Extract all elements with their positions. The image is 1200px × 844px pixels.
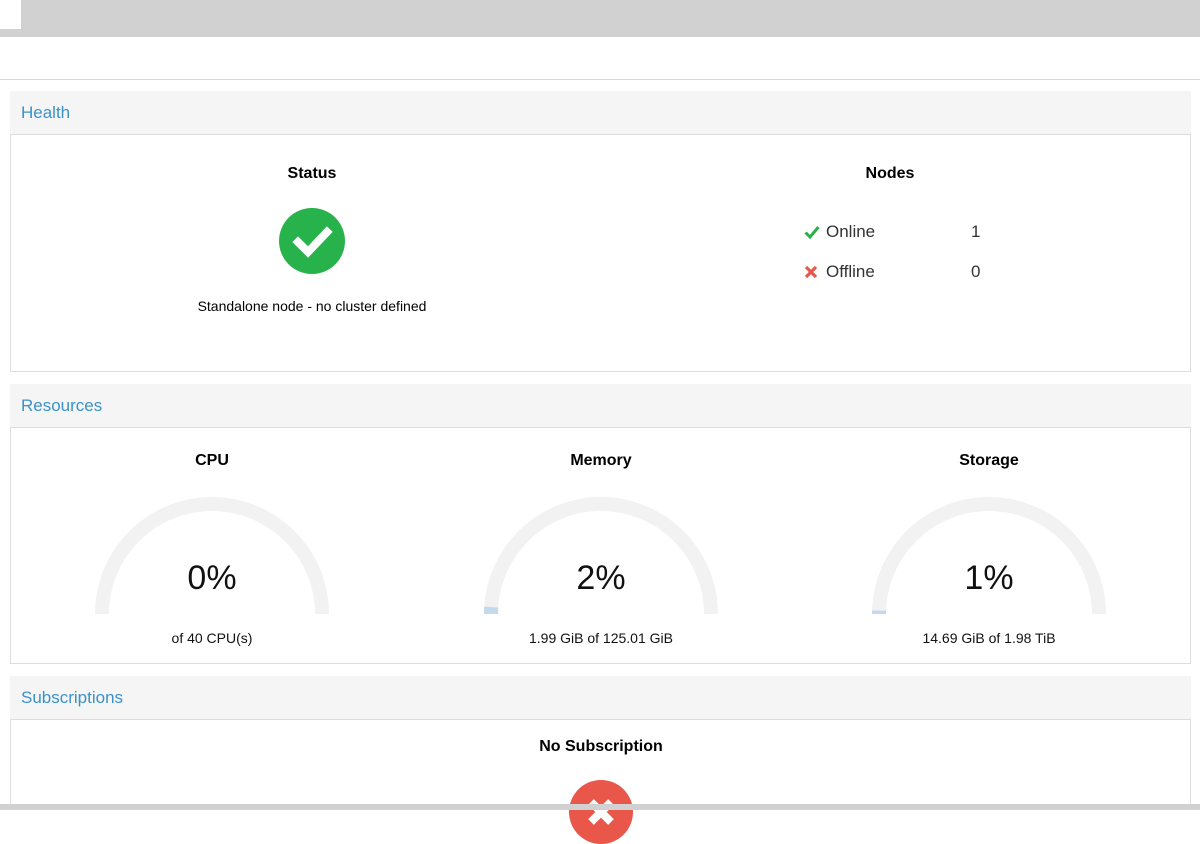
resources-panel-header[interactable]: Resources	[10, 384, 1191, 427]
cpu-title: CPU	[195, 452, 229, 470]
top-toolbar	[0, 0, 1200, 37]
health-heading: Health	[21, 103, 70, 122]
node-count: 0	[971, 262, 1011, 282]
health-panel-header[interactable]: Health	[10, 91, 1191, 134]
error-circle-icon	[569, 780, 633, 844]
node-label: Online	[826, 222, 971, 242]
toolbar-corner-box[interactable]	[0, 0, 21, 29]
cpu-gauge: 0%	[92, 492, 332, 614]
memory-detail: 1.99 GiB of 125.01 GiB	[471, 630, 731, 646]
nodes-title: Nodes	[866, 165, 915, 183]
subscriptions-heading: Subscriptions	[21, 688, 123, 707]
subscriptions-panel-header[interactable]: Subscriptions	[10, 676, 1191, 719]
node-row-online: Online 1	[804, 221, 1011, 243]
resources-heading: Resources	[21, 396, 102, 415]
check-icon	[804, 225, 826, 239]
health-panel-body: Status Standalone node - no cluster defi…	[10, 134, 1191, 372]
node-row-offline: Offline 0	[804, 261, 1011, 283]
status-text: Standalone node - no cluster defined	[198, 298, 427, 314]
storage-percent: 1%	[869, 559, 1109, 598]
subscriptions-panel-body: No Subscription	[10, 719, 1191, 810]
cpu-detail: of 40 CPU(s)	[82, 630, 342, 646]
storage-gauge: 1%	[869, 492, 1109, 614]
node-count: 1	[971, 222, 1011, 242]
storage-title: Storage	[959, 452, 1019, 470]
secondary-toolbar	[0, 37, 1200, 80]
cpu-percent: 0%	[92, 559, 332, 598]
memory-gauge: 2%	[481, 492, 721, 614]
x-icon	[804, 265, 826, 279]
horizontal-scrollbar[interactable]	[0, 804, 1200, 810]
check-circle-icon	[279, 208, 345, 274]
memory-percent: 2%	[481, 559, 721, 598]
node-label: Offline	[826, 262, 971, 282]
storage-detail: 14.69 GiB of 1.98 TiB	[859, 630, 1119, 646]
memory-title: Memory	[570, 452, 631, 470]
resources-panel-body: CPU 0% of 40 CPU(s) Memory 2% 1.99 GiB o…	[10, 427, 1191, 664]
subscription-title: No Subscription	[539, 738, 663, 756]
status-title: Status	[288, 165, 337, 183]
